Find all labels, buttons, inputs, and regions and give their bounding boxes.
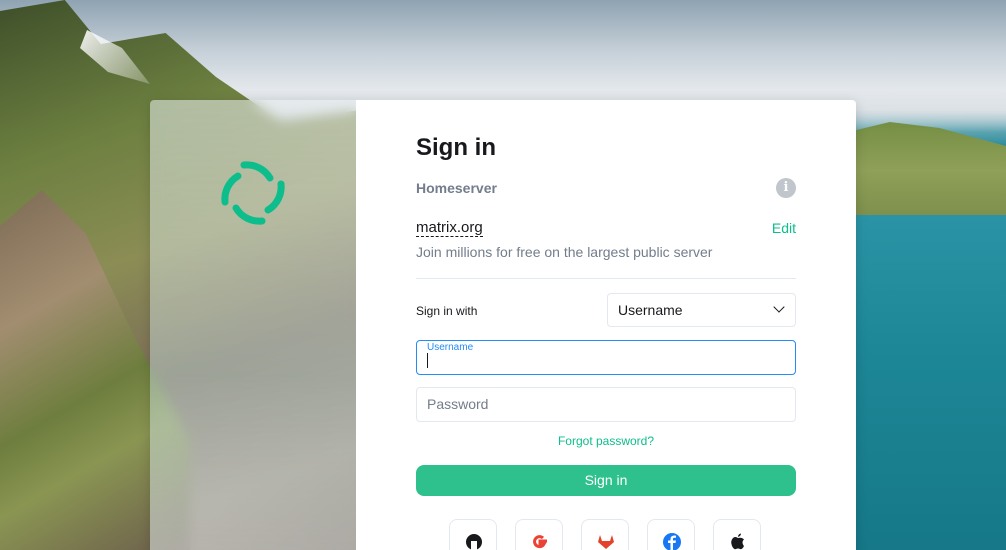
- google-icon: [533, 535, 547, 549]
- sso-google-button[interactable]: [515, 519, 563, 550]
- sso-facebook-button[interactable]: [647, 519, 695, 550]
- forgot-password-link[interactable]: Forgot password?: [416, 433, 796, 449]
- signin-method-value: Username: [618, 302, 683, 318]
- facebook-icon: [663, 533, 681, 550]
- background-lake: [840, 215, 1006, 550]
- sign-in-button[interactable]: Sign in: [416, 465, 796, 496]
- divider: [416, 278, 796, 279]
- gitlab-icon: [598, 535, 614, 549]
- sso-buttons: [416, 519, 796, 550]
- edit-server-link[interactable]: Edit: [772, 218, 796, 238]
- card-brand-panel: [150, 100, 356, 550]
- login-form: Sign in Homeserver i matrix.org Edit Joi…: [416, 130, 796, 550]
- info-icon[interactable]: i: [776, 178, 796, 198]
- sso-apple-button[interactable]: [713, 519, 761, 550]
- login-card: Sign in Homeserver i matrix.org Edit Joi…: [150, 100, 856, 550]
- server-description: Join millions for free on the largest pu…: [416, 244, 713, 260]
- chevron-down-icon: [773, 301, 785, 313]
- password-placeholder: Password: [427, 396, 489, 412]
- password-field[interactable]: Password: [416, 387, 796, 422]
- homeserver-label: Homeserver: [416, 180, 497, 196]
- username-label: Username: [427, 342, 474, 353]
- signin-with-row: Sign in with Username: [416, 293, 796, 329]
- server-name: matrix.org: [416, 219, 483, 237]
- github-icon: [466, 534, 482, 550]
- login-form-panel: Sign in Homeserver i matrix.org Edit Joi…: [356, 100, 856, 550]
- page-title: Sign in: [416, 134, 496, 161]
- apple-icon: [731, 533, 744, 550]
- server-row: matrix.org Edit: [416, 218, 796, 238]
- sso-github-button[interactable]: [449, 519, 497, 550]
- signin-method-select[interactable]: Username: [607, 293, 796, 327]
- username-field[interactable]: Username: [416, 340, 796, 375]
- element-logo-icon: [221, 161, 285, 225]
- text-caret: [427, 353, 428, 368]
- homeserver-row: Homeserver i: [416, 178, 796, 198]
- sso-gitlab-button[interactable]: [581, 519, 629, 550]
- signin-with-label: Sign in with: [416, 304, 478, 318]
